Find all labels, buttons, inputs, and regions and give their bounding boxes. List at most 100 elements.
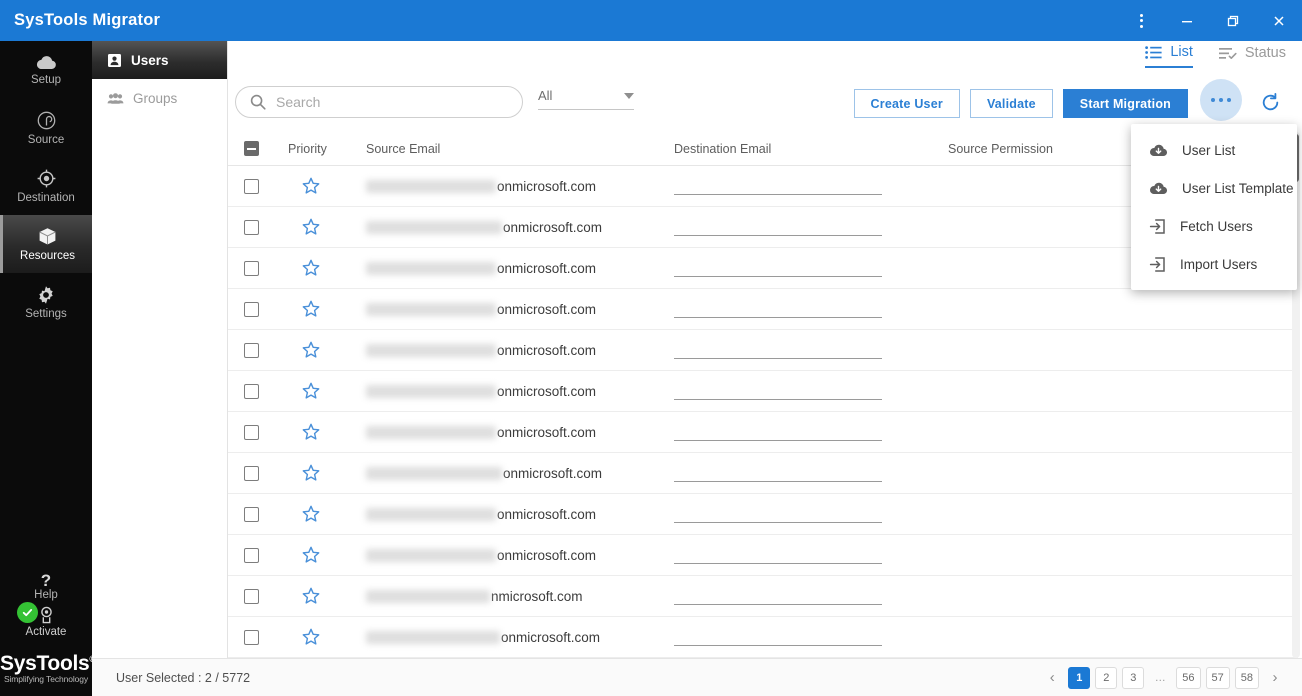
- close-icon: [1274, 15, 1284, 26]
- row-priority-star[interactable]: [274, 505, 348, 523]
- pagination-page-58[interactable]: 58: [1234, 666, 1259, 689]
- row-checkbox[interactable]: [243, 547, 259, 563]
- source-email-value: nmicrosoft.com: [366, 589, 674, 604]
- menu-item-fetch-users[interactable]: Fetch Users: [1131, 207, 1297, 245]
- primary-nav-rail: Setup Source Destination Resources Setti…: [0, 41, 96, 696]
- more-options-button[interactable]: [1200, 79, 1242, 121]
- row-priority-star[interactable]: [274, 259, 348, 277]
- activate-label: Activate: [25, 626, 67, 638]
- cloud-download-icon: [1149, 182, 1168, 194]
- menu-item-user-list[interactable]: User List: [1131, 131, 1297, 169]
- start-migration-button[interactable]: Start Migration: [1062, 89, 1188, 118]
- sidebar-item-setup[interactable]: Setup: [0, 41, 92, 99]
- sidebar-item-source[interactable]: Source: [0, 99, 92, 157]
- row-priority-star[interactable]: [274, 177, 348, 195]
- help-button[interactable]: ? Help: [0, 572, 92, 601]
- entity-item-users[interactable]: Users: [92, 41, 227, 79]
- row-checkbox[interactable]: [243, 219, 259, 235]
- destination-email-input[interactable]: [674, 383, 882, 400]
- destination-email-input[interactable]: [674, 301, 882, 318]
- destination-email-input[interactable]: [674, 629, 882, 646]
- destination-email-input[interactable]: [674, 178, 882, 195]
- row-checkbox[interactable]: [243, 383, 259, 399]
- activate-button[interactable]: Activate: [0, 602, 92, 638]
- close-button[interactable]: [1256, 0, 1302, 41]
- table-row[interactable]: onmicrosoft.com: [228, 330, 1298, 371]
- row-checkbox[interactable]: [243, 465, 259, 481]
- validate-button[interactable]: Validate: [969, 89, 1053, 118]
- brand-tagline: Simplifying Technology: [3, 674, 89, 684]
- row-checkbox[interactable]: [243, 506, 259, 522]
- row-priority-star[interactable]: [274, 546, 348, 564]
- row-destination-email-cell: [674, 424, 942, 441]
- pagination-page-56[interactable]: 56: [1176, 666, 1201, 689]
- pagination-page-2[interactable]: 2: [1095, 666, 1118, 689]
- table-row[interactable]: nmicrosoft.com: [228, 576, 1298, 617]
- destination-email-input[interactable]: [674, 219, 882, 236]
- table-row[interactable]: onmicrosoft.com: [228, 535, 1298, 576]
- tab-label: List: [1170, 44, 1193, 60]
- tab-list[interactable]: List: [1145, 44, 1193, 68]
- row-select-cell: [228, 219, 274, 235]
- destination-email-input[interactable]: [674, 260, 882, 277]
- destination-email-input[interactable]: [674, 506, 882, 523]
- row-checkbox[interactable]: [243, 342, 259, 358]
- source-email-value: onmicrosoft.com: [366, 507, 674, 522]
- row-priority-star[interactable]: [274, 218, 348, 236]
- row-source-email-cell: nmicrosoft.com: [348, 589, 674, 604]
- destination-email-input[interactable]: [674, 424, 882, 441]
- row-checkbox[interactable]: [243, 424, 259, 440]
- refresh-button[interactable]: [1254, 87, 1286, 119]
- redacted-text: [366, 630, 500, 644]
- pagination-next-button[interactable]: ›: [1264, 667, 1286, 689]
- row-checkbox[interactable]: [243, 629, 259, 645]
- table-row[interactable]: onmicrosoft.com: [228, 453, 1298, 494]
- sidebar-item-destination[interactable]: Destination: [0, 157, 92, 215]
- pagination-prev-button[interactable]: ‹: [1041, 667, 1063, 689]
- entity-item-groups[interactable]: Groups: [92, 79, 227, 117]
- row-destination-email-cell: [674, 260, 942, 277]
- vertical-dots-icon: [1139, 13, 1143, 28]
- table-row[interactable]: onmicrosoft.com: [228, 289, 1298, 330]
- row-checkbox[interactable]: [243, 588, 259, 604]
- row-select-cell: [228, 629, 274, 645]
- row-priority-star[interactable]: [274, 382, 348, 400]
- sidebar-item-label: Settings: [25, 307, 67, 320]
- row-checkbox[interactable]: [243, 301, 259, 317]
- pagination-page-1[interactable]: 1: [1068, 666, 1091, 689]
- row-priority-star[interactable]: [274, 341, 348, 359]
- destination-email-input[interactable]: [674, 342, 882, 359]
- sidebar-item-resources[interactable]: Resources: [0, 215, 92, 273]
- search-input[interactable]: [276, 94, 501, 110]
- pagination-page-57[interactable]: 57: [1205, 666, 1230, 689]
- menu-item-import-users[interactable]: Import Users: [1131, 245, 1297, 283]
- destination-email-input[interactable]: [674, 547, 882, 564]
- table-row[interactable]: onmicrosoft.com: [228, 494, 1298, 535]
- restore-button[interactable]: [1210, 0, 1256, 41]
- table-row[interactable]: onmicrosoft.com: [228, 412, 1298, 453]
- row-priority-star[interactable]: [274, 300, 348, 318]
- create-user-button[interactable]: Create User: [853, 89, 960, 118]
- tab-status[interactable]: Status: [1218, 45, 1286, 67]
- destination-email-input[interactable]: [674, 588, 882, 605]
- row-priority-star[interactable]: [274, 423, 348, 441]
- row-priority-star[interactable]: [274, 464, 348, 482]
- table-row[interactable]: onmicrosoft.com: [228, 617, 1298, 658]
- app-menu-button[interactable]: [1118, 0, 1164, 41]
- destination-icon: [37, 169, 55, 188]
- row-checkbox[interactable]: [243, 260, 259, 276]
- row-priority-star[interactable]: [274, 587, 348, 605]
- menu-item-user-list-template[interactable]: User List Template: [1131, 169, 1297, 207]
- sidebar-item-settings[interactable]: Settings: [0, 273, 92, 331]
- table-row[interactable]: onmicrosoft.com: [228, 371, 1298, 412]
- select-all-checkbox[interactable]: [243, 141, 259, 156]
- row-checkbox[interactable]: [243, 178, 259, 194]
- source-icon: [37, 111, 55, 130]
- filter-select[interactable]: All: [538, 88, 634, 110]
- priority-star-icon: [302, 423, 320, 440]
- minimize-button[interactable]: [1164, 0, 1210, 41]
- destination-email-input[interactable]: [674, 465, 882, 482]
- search-box[interactable]: [235, 86, 523, 118]
- pagination-page-3[interactable]: 3: [1122, 666, 1145, 689]
- row-priority-star[interactable]: [274, 628, 348, 646]
